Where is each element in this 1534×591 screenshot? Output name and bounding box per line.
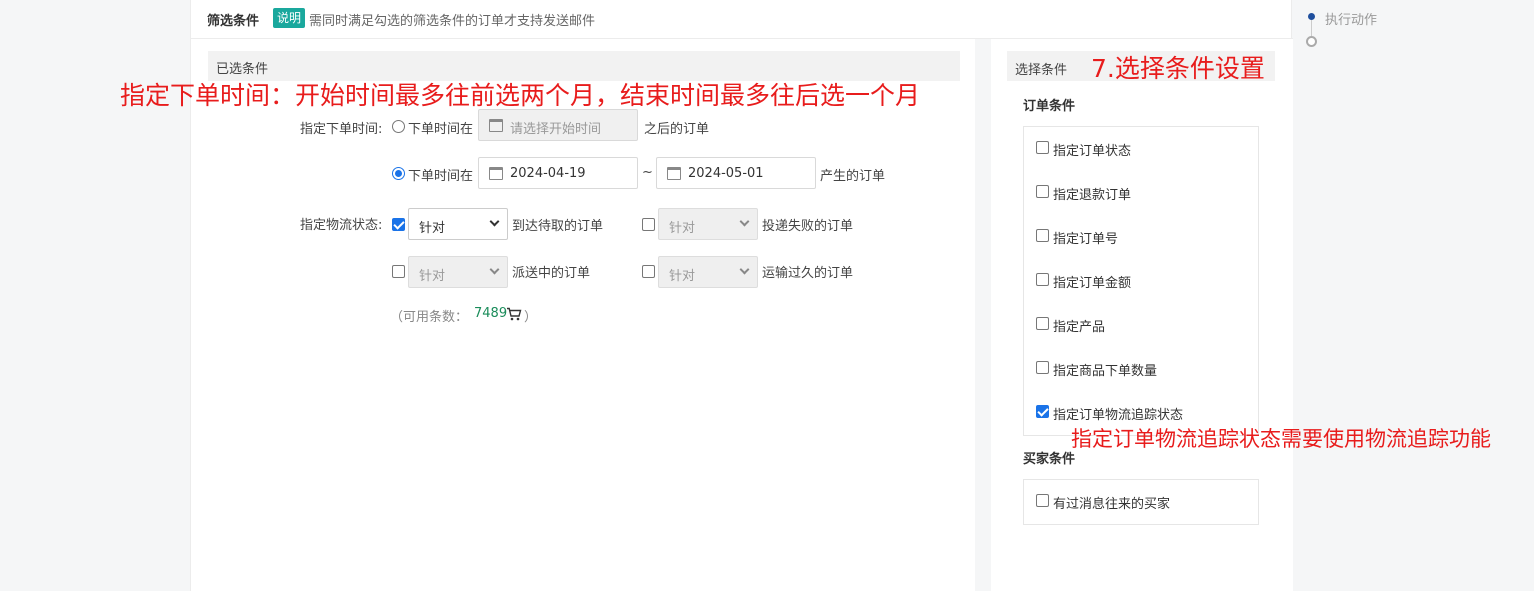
logistics-awaiting-pickup-text: 到达待取的订单 [512, 219, 604, 234]
choose-conditions-panel: 选择条件 订单条件 指定订单状态 指定退款订单 指定订单号 指定订单金额 指定产… [991, 39, 1293, 591]
annotation-step-7: 7.选择条件设置 [1091, 54, 1265, 83]
logistics-in-transit-too-long-text: 运输过久的订单 [762, 266, 854, 281]
select-value: 针对 [419, 221, 446, 236]
info-badge: 说明 [273, 8, 306, 28]
condition-label: 有过消息往来的买家 [1053, 497, 1171, 512]
order-time-after-radio[interactable] [392, 120, 405, 133]
checkbox[interactable] [1036, 141, 1049, 154]
order-time-range-suffix: 产生的订单 [820, 169, 886, 184]
filter-title: 筛选条件 [207, 14, 260, 29]
filter-description: 需同时满足勾选的筛选条件的订单才支持发送邮件 [309, 14, 596, 29]
logistics-out-for-delivery-select[interactable]: 针对 [408, 256, 508, 288]
checkbox[interactable] [1036, 229, 1049, 242]
buyer-conditions-title: 买家条件 [1023, 452, 1076, 467]
checkbox[interactable] [1036, 317, 1049, 330]
cart-icon[interactable] [506, 307, 522, 321]
logistics-awaiting-pickup-select[interactable]: 针对 [408, 208, 508, 240]
filter-header: 筛选条件 说明 需同时满足勾选的筛选条件的订单才支持发送邮件 [191, 0, 1293, 39]
logistics-delivery-failed-text: 投递失败的订单 [762, 219, 854, 234]
condition-label: 指定产品 [1053, 320, 1106, 335]
available-count-prefix: （可用条数： [390, 310, 469, 325]
condition-label: 指定订单物流追踪状态 [1053, 408, 1184, 423]
condition-label: 指定订单号 [1053, 232, 1119, 247]
range-end-date-input[interactable]: 2024-05-01 [656, 157, 816, 189]
range-end-date-value: 2024-05-01 [688, 166, 764, 181]
calendar-icon [489, 167, 503, 180]
logistics-delivery-failed-checkbox[interactable] [642, 218, 655, 231]
selected-conditions-label: 已选条件 [216, 62, 269, 77]
logistics-status-label: 指定物流状态: [300, 218, 383, 233]
order-conditions-title: 订单条件 [1023, 99, 1076, 114]
select-value: 针对 [669, 269, 696, 284]
order-time-range-label: 下单时间在 [408, 169, 474, 184]
available-count-value: 7489 [474, 306, 508, 321]
checkbox[interactable] [1036, 185, 1049, 198]
logistics-awaiting-pickup-checkbox[interactable] [392, 218, 405, 231]
range-start-date-input[interactable]: 2024-04-19 [478, 157, 638, 189]
choose-conditions-label: 选择条件 [1015, 63, 1068, 78]
logistics-in-transit-too-long-checkbox[interactable] [642, 265, 655, 278]
checkbox[interactable] [1036, 361, 1049, 374]
range-start-date-value: 2024-04-19 [510, 166, 586, 181]
chevron-down-icon [489, 264, 500, 275]
timeline-dot-inactive [1306, 36, 1317, 47]
annotation-tracking-requirement: 指定订单物流追踪状态需要使用物流追踪功能 [1071, 427, 1491, 451]
order-time-after-suffix: 之后的订单 [644, 122, 710, 137]
condition-label: 指定商品下单数量 [1053, 364, 1158, 379]
selected-conditions-panel: 已选条件 指定下单时间: 下单时间在 请选择开始时间 之后的订单 下单时间在 2… [191, 39, 975, 591]
timeline-execute-action[interactable]: 执行动作 [1325, 9, 1377, 28]
order-time-range-radio[interactable] [392, 167, 405, 180]
start-time-input[interactable]: 请选择开始时间 [478, 109, 638, 141]
chevron-down-icon [489, 216, 500, 227]
checkbox[interactable] [1036, 273, 1049, 286]
chevron-down-icon [739, 264, 750, 275]
calendar-icon [489, 119, 503, 132]
panel-gutter [975, 39, 991, 591]
date-range-separator: ~ [642, 165, 653, 180]
select-value: 针对 [419, 269, 446, 284]
logistics-out-for-delivery-checkbox[interactable] [392, 265, 405, 278]
order-conditions-box: 指定订单状态 指定退款订单 指定订单号 指定订单金额 指定产品 指定商品下单数量 [1023, 126, 1259, 436]
calendar-icon [667, 167, 681, 180]
order-time-after-label: 下单时间在 [408, 122, 474, 137]
checkbox[interactable] [1036, 494, 1049, 507]
order-time-label: 指定下单时间: [300, 122, 383, 137]
timeline-line [1311, 20, 1312, 36]
logistics-in-transit-too-long-select[interactable]: 针对 [658, 256, 758, 288]
chevron-down-icon [739, 216, 750, 227]
checkbox[interactable] [1036, 405, 1049, 418]
condition-label: 指定订单状态 [1053, 144, 1132, 159]
available-count-suffix: ） [524, 310, 538, 325]
condition-label: 指定退款订单 [1053, 188, 1132, 203]
select-value: 针对 [669, 221, 696, 236]
timeline-dot-active [1308, 13, 1315, 20]
start-time-placeholder: 请选择开始时间 [510, 122, 602, 137]
buyer-conditions-box: 有过消息往来的买家 [1023, 479, 1259, 525]
condition-label: 指定订单金额 [1053, 276, 1132, 291]
logistics-out-for-delivery-text: 派送中的订单 [512, 266, 591, 281]
annotation-order-time-limit: 指定下单时间：开始时间最多往前选两个月，结束时间最多往后选一个月 [120, 81, 921, 110]
logistics-delivery-failed-select[interactable]: 针对 [658, 208, 758, 240]
